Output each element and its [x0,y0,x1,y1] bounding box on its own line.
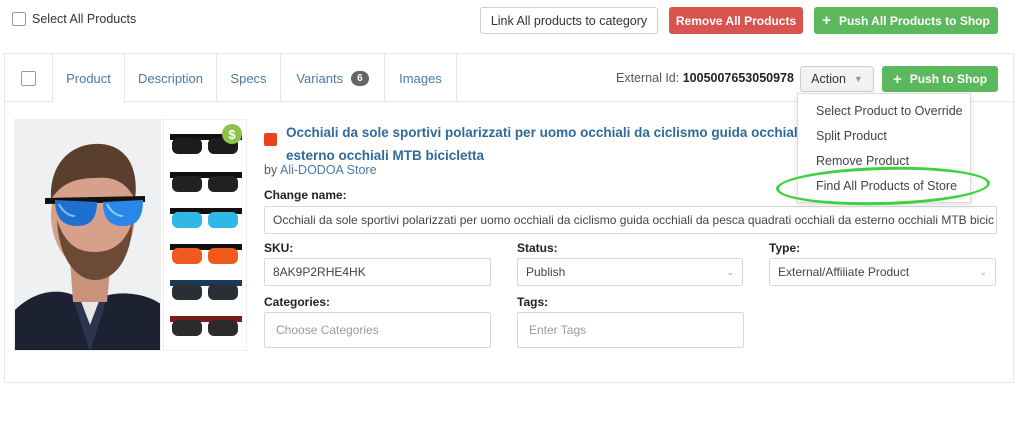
external-id-value: 1005007653050978 [682,71,794,85]
action-label: Action [811,72,846,86]
tab-specs[interactable]: Specs [217,54,281,102]
menu-item-split-product[interactable]: Split Product [798,123,970,148]
aliexpress-icon [264,133,277,146]
plus-icon: + [822,12,831,29]
tab-description[interactable]: Description [125,54,217,102]
categories-label: Categories: [264,295,331,309]
push-all-products-button[interactable]: + Push All Products to Shop [814,7,998,34]
link-all-to-category-button[interactable]: Link All products to category [480,7,658,34]
push-to-shop-button[interactable]: + Push to Shop [882,66,998,92]
status-value: Publish [526,265,566,279]
type-label: Type: [769,241,801,255]
menu-item-select-product-to-override[interactable]: Select Product to Override [798,98,970,123]
by-label: by [264,163,278,177]
product-title-link[interactable]: Occhiali da sole sportivi polarizzati pe… [286,121,806,167]
menu-item-find-all-products-of-store[interactable]: Find All Products of Store [798,173,970,198]
external-id: External Id: 1005007653050978 [616,71,794,85]
product-main-image[interactable] [14,119,161,351]
variant-glasses-stack [170,134,242,336]
external-id-label: External Id: [616,71,680,85]
tab-images[interactable]: Images [385,54,457,102]
store-line: by Ali-DODOA Store [264,163,377,177]
sku-input[interactable]: 8AK9P2RHE4HK [264,258,491,286]
chevron-down-icon: ▼ [853,74,863,84]
variant-thumbnails[interactable]: $ [163,119,247,351]
plus-icon: + [892,70,902,88]
product-photo [15,120,160,350]
status-select[interactable]: Publish ⌄ [517,258,743,286]
action-menu: Select Product to Override Split Product… [797,93,971,203]
push-all-label: Push All Products to Shop [838,13,990,28]
product-select-cell[interactable] [5,54,53,102]
type-value: External/Affiliate Product [778,265,910,279]
variants-count-badge: 6 [351,70,369,86]
product-title-line-1: Occhiali da sole sportivi polarizzati pe… [286,125,806,140]
select-all-label: Select All Products [32,12,137,26]
select-all-products[interactable]: Select All Products [12,12,136,26]
menu-item-remove-product[interactable]: Remove Product [798,148,970,173]
change-name-input[interactable]: Occhiali da sole sportivi polarizzati pe… [264,206,997,234]
tags-input[interactable]: Enter Tags [517,312,744,348]
push-to-shop-label: Push to Shop [909,72,988,86]
tags-label: Tags: [517,295,549,309]
chevron-down-icon: ⌄ [726,267,734,277]
categories-input[interactable]: Choose Categories [264,312,491,348]
action-dropdown-button[interactable]: Action ▼ [800,66,874,92]
change-name-label: Change name: [264,188,347,202]
status-label: Status: [517,241,558,255]
type-select[interactable]: External/Affiliate Product ⌄ [769,258,996,286]
store-link[interactable]: Ali-DODOA Store [280,163,377,177]
top-toolbar: Select All Products Link All products to… [0,0,1024,40]
chevron-down-icon: ⌄ [979,267,987,277]
sku-label: SKU: [264,241,294,255]
remove-all-products-button[interactable]: Remove All Products [669,7,803,34]
tab-product[interactable]: Product [53,54,125,103]
product-select-checkbox[interactable] [21,70,36,86]
select-all-checkbox[interactable] [12,12,26,26]
dollar-icon: $ [222,124,242,144]
tab-variants[interactable]: Variants 6 [281,54,385,102]
tab-variants-label: Variants [296,70,344,86]
